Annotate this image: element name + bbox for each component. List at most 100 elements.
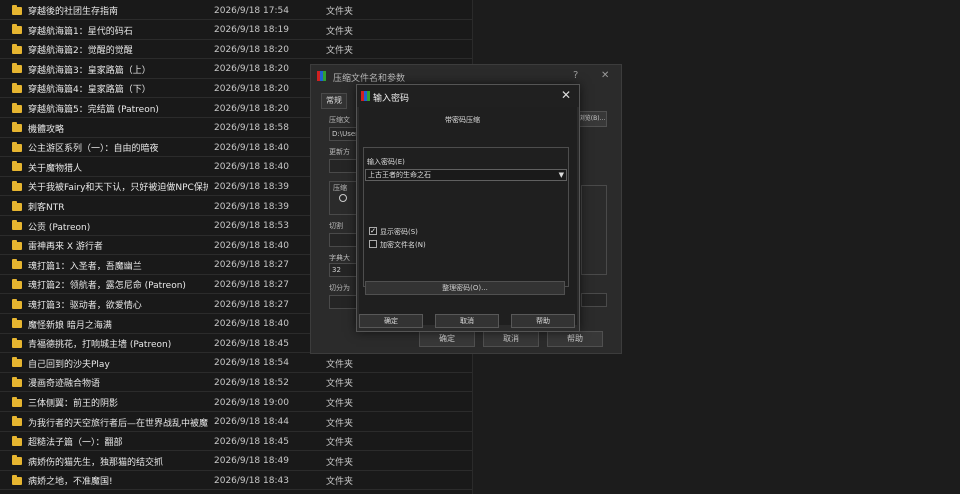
archive-path-field[interactable]: D:\User [329,127,359,141]
file-row[interactable]: 超糙法子篇（一）：翻部 2026/9/18 18:45 文件夹 [0,433,472,452]
show-password-checkbox[interactable]: ✓ [369,227,377,235]
folder-icon [12,416,22,427]
folder-icon [12,396,22,407]
winrar-app-icon [317,71,327,81]
file-name: 病娇伤的猫先生，独那猫的结交抓 [28,457,164,468]
file-date: 2026/9/18 18:58 [214,123,289,134]
dictionary-label: 字典大 [329,254,350,262]
file-date: 2026/9/18 18:39 [214,181,289,192]
folder-icon [12,318,22,329]
file-type: 文件夹 [326,379,354,390]
folder-icon [12,122,22,133]
file-date: 2026/9/18 18:40 [214,240,289,251]
password-dialog-title: 输入密码 [373,94,410,104]
encrypt-filenames-checkbox[interactable] [369,240,377,248]
file-name: 穿越航海篇5：完结篇 (Patreon) [28,105,159,115]
file-row[interactable]: 穿越航海篇1：星代的码石 2026/9/18 18:19 文件夹 [0,22,472,40]
file-row[interactable]: 病娇伤的猫先生，独那猫的结交抓 2026/9/18 18:49 文件夹 [0,453,472,471]
password-value: 上古王者的生命之石 [368,171,431,179]
file-date: 2026/9/18 18:40 [214,162,289,173]
file-type: 文件夹 [326,359,354,370]
password-dialog-titlebar: 输入密码 ✕ [357,85,579,107]
format-radio[interactable] [339,194,347,202]
folder-icon [12,474,22,485]
volume-size-field[interactable] [329,295,359,309]
folder-icon [12,259,22,270]
folder-icon [12,24,22,35]
file-row[interactable]: 自己回到的沙夫Play 2026/9/18 18:54 文件夹 [0,355,472,373]
password-label: 输入密码(E) [367,158,405,166]
file-date: 2026/9/18 18:45 [214,338,289,349]
folder-icon [12,278,22,289]
folder-icon [12,82,22,93]
file-name: 漫画奇迹融合物语 [28,379,101,390]
file-name: 魂打篇2：领航者，露怎尼命 (Patreon) [28,281,186,292]
file-name: 公主游区系列（一）：自由的暗夜 [28,144,159,155]
folder-icon [12,239,22,250]
file-name: 病娇之地，不准魔国! [28,477,113,488]
file-type: 文件夹 [326,7,354,17]
volume-label: 切分为 [329,284,350,292]
file-name: 穿越航海篇3：皇家路篇（上） [28,65,151,76]
file-date: 2026/9/18 18:20 [214,83,289,94]
file-type: 文件夹 [326,457,354,468]
file-row[interactable]: 穿越航海篇2：觉醒的觉醒 2026/9/18 18:20 文件夹 [0,41,472,60]
file-type: 文件夹 [326,438,354,449]
folder-icon [12,357,22,368]
file-date: 2026/9/18 18:20 [214,64,289,75]
file-type: 文件夹 [326,418,354,429]
file-row[interactable]: 病娇之地，不准魔国! 2026/9/18 18:43 文件夹 [0,472,472,491]
winrar-app-icon [361,91,371,101]
password-header: 带密码压缩 [445,116,480,124]
help-button[interactable]: 帮助 [511,314,575,328]
password-group-box [363,147,569,287]
update-mode-label: 更新方 [329,148,350,156]
password-input[interactable]: 上古王者的生命之石 ▼ [365,169,567,181]
file-row[interactable]: 三体侧翼：前王的阴影 2026/9/18 19:00 文件夹 [0,394,472,412]
file-name: 关于我被Fairy和天下认，只好被迫做NPC保护... [28,183,208,194]
folder-icon [12,298,22,309]
organize-passwords-button[interactable]: 整理密码(O)... [365,281,565,295]
cancel-button[interactable]: 取消 [483,331,539,347]
file-date: 2026/9/18 18:20 [214,103,289,114]
close-button[interactable]: ✕ [601,70,609,81]
folder-icon [12,102,22,113]
folder-icon [12,161,22,172]
file-name: 刺客NTR [28,203,65,213]
ok-button[interactable]: 确定 [419,331,475,347]
browse-button[interactable]: 浏览(B)... [577,111,607,127]
file-type: 文件夹 [326,26,354,37]
archive-dialog-title: 压缩文件名和参数 [333,74,406,84]
folder-icon [12,200,22,211]
update-mode-select[interactable] [329,159,359,173]
file-type: 文件夹 [326,399,354,409]
file-name: 关于魔物猎人 [28,163,83,174]
encrypt-filenames-label: 加密文件名(N) [380,241,426,249]
file-row[interactable]: 穿越後的社团生存指南 2026/9/18 17:54 文件夹 [0,2,472,20]
file-date: 2026/9/18 18:45 [214,436,289,447]
file-date: 2026/9/18 17:54 [214,5,289,16]
file-name: 为我行者的天空旅行者后—在世界战乱中被魔... [28,418,208,429]
split-select[interactable] [329,233,359,247]
file-date: 2026/9/18 18:27 [214,279,289,290]
file-row[interactable]: 漫画奇迹融合物语 2026/9/18 18:52 文件夹 [0,374,472,393]
help-dialog-button[interactable]: 帮助 [547,331,603,347]
close-icon[interactable]: ✕ [561,88,571,102]
show-password-label: 显示密码(S) [380,228,418,236]
cancel-button[interactable]: 取消 [435,314,499,328]
dictionary-select[interactable]: 32 [329,263,359,277]
file-name: 穿越後的社团生存指南 [28,7,119,17]
right-field[interactable] [581,293,607,307]
file-date: 2026/9/18 18:27 [214,299,289,310]
help-button[interactable]: ? [573,70,578,81]
file-name: 魂打篇1：入圣者，吾魔幽兰 [28,261,142,272]
file-date: 2026/9/18 18:43 [214,475,289,486]
folder-icon [12,141,22,152]
password-dialog: 输入密码 ✕ 带密码压缩 输入密码(E) 上古王者的生命之石 ▼ ✓ 显示密码(… [356,84,580,332]
ok-button[interactable]: 确定 [359,314,423,328]
file-row[interactable]: 为我行者的天空旅行者后—在世界战乱中被魔... 2026/9/18 18:44 文件… [0,414,472,432]
tab-general[interactable]: 常规 [321,93,347,109]
chevron-down-icon[interactable]: ▼ [559,170,564,180]
file-name: 穿越航海篇1：星代的码石 [28,26,133,37]
file-date: 2026/9/18 18:40 [214,319,289,330]
